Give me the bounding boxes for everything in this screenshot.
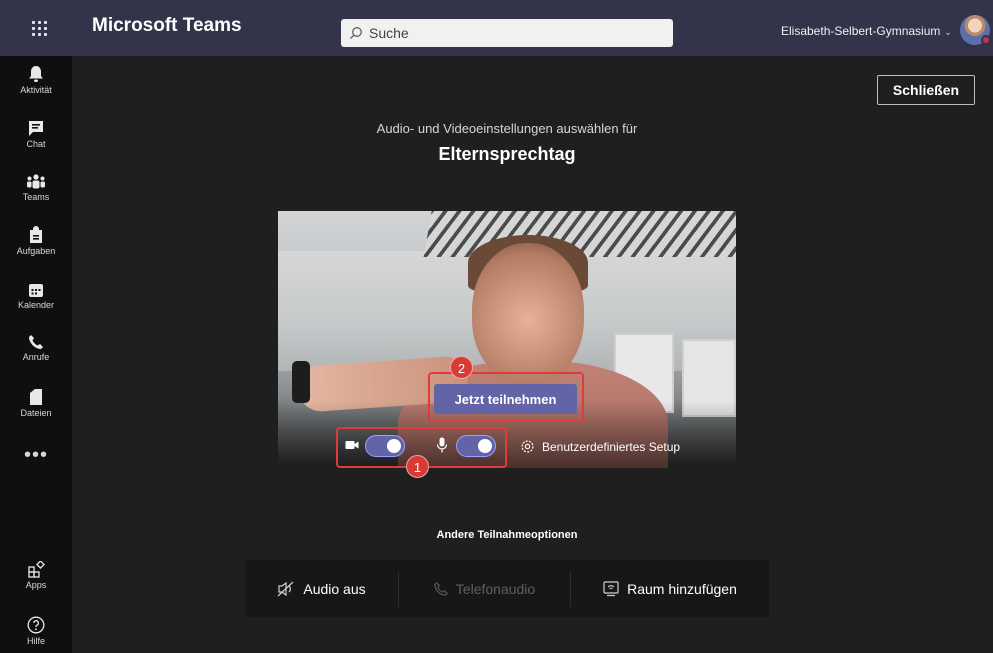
- phone-icon: [434, 581, 448, 596]
- phone-audio-option: Telefonaudio: [398, 570, 571, 607]
- teams-icon: [27, 174, 45, 189]
- annotation-marker-1: 1: [406, 455, 429, 478]
- app-title: Microsoft Teams: [92, 15, 242, 36]
- rail-label-files: Dateien: [20, 408, 52, 418]
- rail-label-apps: Apps: [25, 580, 47, 590]
- prejoin-subtitle: Audio- und Videoeinstellungen auswählen …: [376, 121, 638, 136]
- left-rail: Aktivität Chat Teams Aufgaben Kalender A…: [0, 56, 72, 653]
- annotation-marker-2: 2: [450, 356, 473, 379]
- audio-off-option[interactable]: Audio aus: [245, 560, 398, 617]
- assignments-icon: [30, 226, 42, 243]
- calendar-icon: [29, 284, 43, 297]
- rail-label-chat: Chat: [26, 139, 46, 149]
- phone-audio-label: Telefonaudio: [455, 580, 536, 597]
- presence-status-icon: [981, 35, 991, 45]
- rail-label-activity: Aktivität: [20, 85, 52, 95]
- top-bar: Microsoft Teams Suche Elisabeth-Selbert-…: [0, 0, 993, 56]
- app-launcher-icon[interactable]: [0, 0, 78, 56]
- rail-label-calendar: Kalender: [17, 300, 55, 310]
- rail-item-calls[interactable]: Anrufe: [0, 334, 72, 362]
- organization-name: Elisabeth-Selbert-Gymnasium: [781, 24, 941, 38]
- rail-item-help[interactable]: Hilfe: [0, 616, 72, 646]
- annotation-box-join: [428, 372, 584, 422]
- rail-item-calendar[interactable]: Kalender: [0, 282, 72, 310]
- rail-item-apps[interactable]: Apps: [0, 561, 72, 590]
- close-button[interactable]: Schließen: [877, 75, 975, 105]
- add-room-label: Raum hinzufügen: [627, 580, 737, 597]
- rail-item-chat[interactable]: Chat: [0, 120, 72, 149]
- room-icon: [603, 580, 619, 596]
- rail-label-help: Hilfe: [26, 636, 45, 646]
- search-input[interactable]: Suche: [341, 19, 673, 47]
- rail-label-assignments: Aufgaben: [16, 246, 56, 256]
- audio-off-label: Audio aus: [303, 580, 366, 597]
- add-room-option[interactable]: Raum hinzufügen: [571, 560, 769, 617]
- rail-item-teams[interactable]: Teams: [0, 174, 72, 202]
- rail-label-calls: Anrufe: [22, 352, 50, 362]
- more-apps-button[interactable]: •••: [0, 444, 72, 467]
- search-placeholder: Suche: [369, 25, 409, 41]
- custom-setup-button[interactable]: Benutzerdefiniertes Setup: [542, 440, 680, 454]
- other-join-options: Audio aus Telefonaudio Raum hinzufügen: [245, 560, 769, 617]
- search-icon: [350, 27, 362, 39]
- bell-icon: [29, 66, 43, 82]
- more-icon: •••: [23, 444, 48, 466]
- help-icon: [27, 616, 45, 634]
- organization-switcher[interactable]: Elisabeth-Selbert-Gymnasium ⌄: [781, 24, 952, 38]
- rail-label-teams: Teams: [22, 192, 50, 202]
- speaker-off-icon: [277, 581, 294, 596]
- phone-icon: [29, 335, 43, 349]
- apps-icon: [27, 561, 45, 578]
- meeting-title: Elternsprechtag: [438, 144, 576, 164]
- gear-icon[interactable]: [520, 439, 535, 454]
- rail-item-files[interactable]: Dateien: [0, 388, 72, 418]
- other-options-heading: Andere Teilnahmeoptionen: [436, 529, 578, 541]
- file-icon: [30, 389, 42, 405]
- chat-icon: [29, 121, 43, 136]
- rail-item-activity[interactable]: Aktivität: [0, 65, 72, 95]
- rail-item-assignments[interactable]: Aufgaben: [0, 226, 72, 256]
- chevron-down-icon: ⌄: [944, 27, 952, 37]
